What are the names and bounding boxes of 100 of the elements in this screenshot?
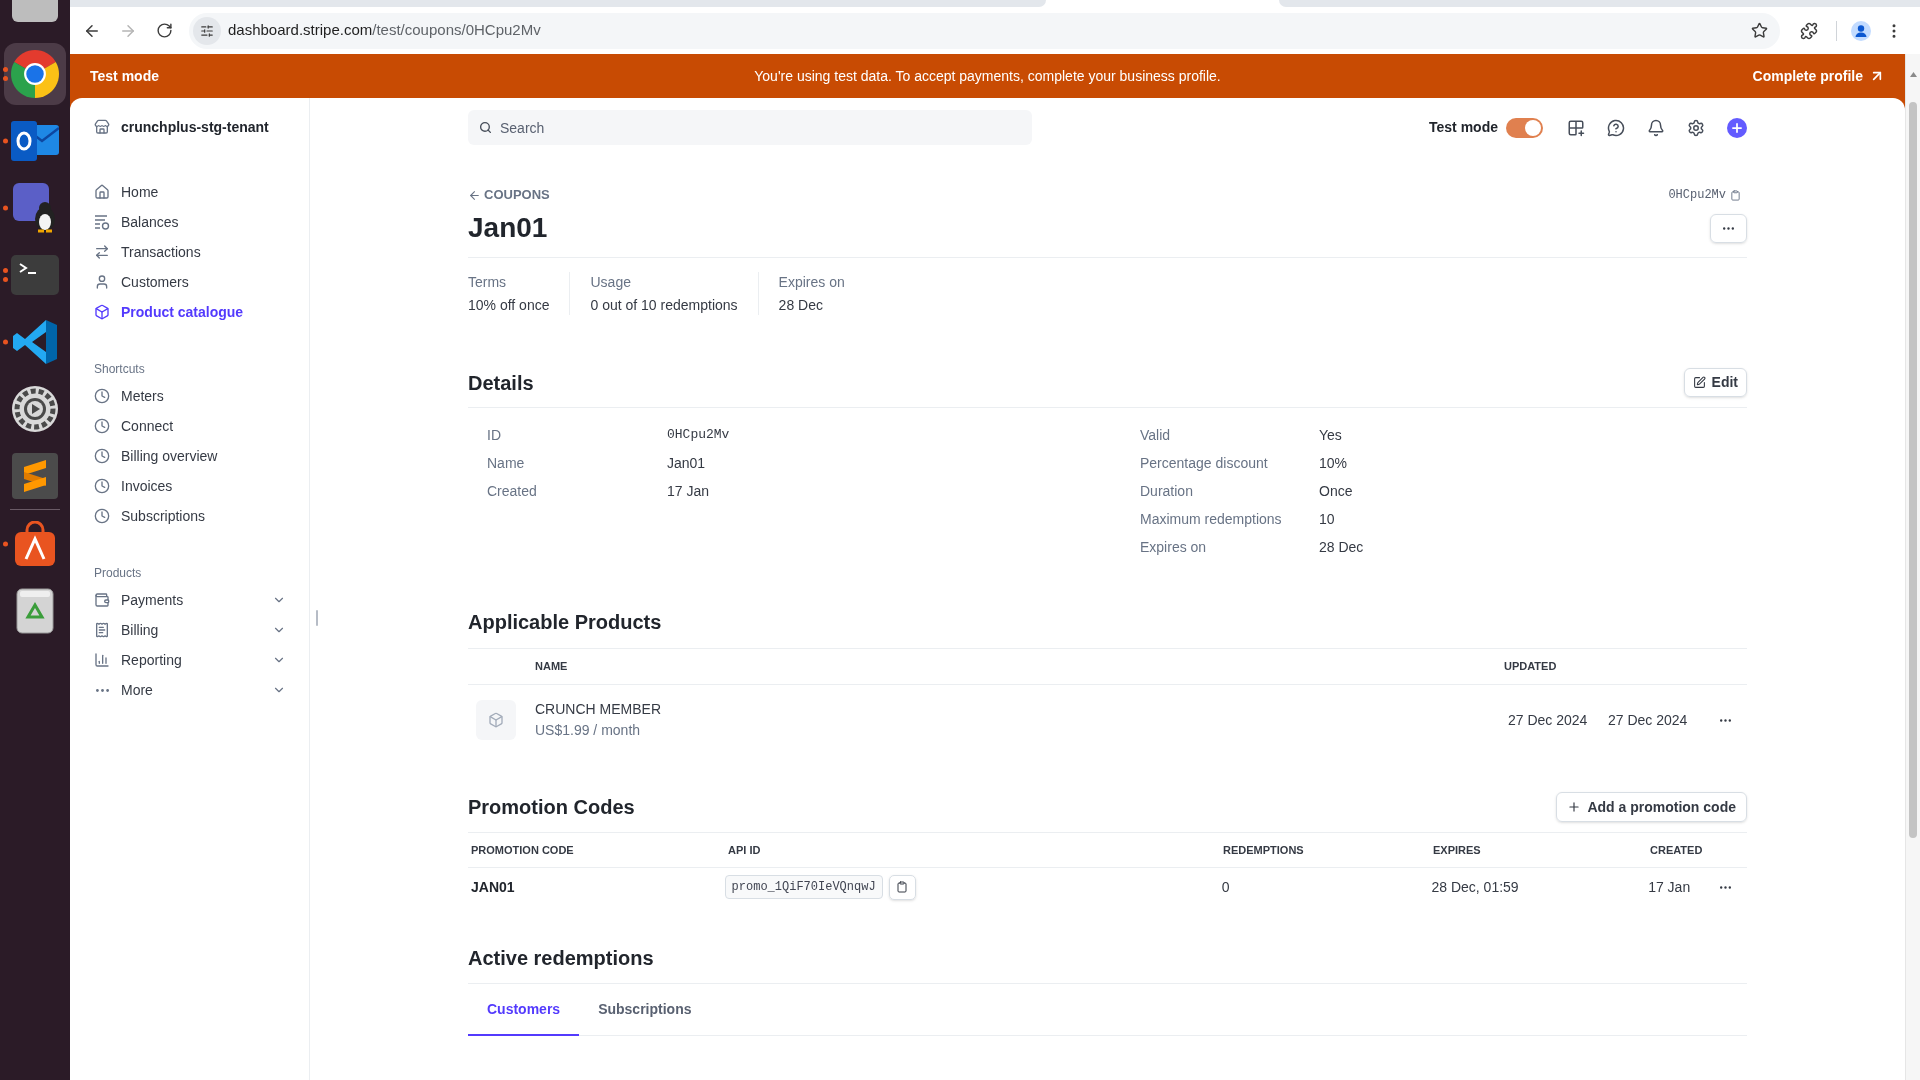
cube-icon (476, 700, 516, 740)
section-label: Products (93, 565, 143, 581)
api-id-chip: promo_1QiF70IeVQnqwJ (724, 875, 883, 899)
add-promotion-code-button[interactable]: Add a promotion code (1556, 792, 1747, 822)
detail-label: Maximum redemptions (1140, 509, 1283, 529)
detail-value: Once (1319, 481, 1353, 501)
sidebar-item[interactable]: Home (70, 177, 309, 207)
ellipsis-icon[interactable] (1720, 885, 1731, 889)
account-name[interactable]: crunchplus-stg-tenant (121, 116, 269, 138)
ribbon-icon (13, 319, 57, 364)
dock-button[interactable] (4, 42, 66, 105)
cube-icon (94, 304, 110, 320)
question-bubble-icon[interactable] (1607, 118, 1625, 137)
sidebar-item[interactable]: Customers (70, 267, 309, 297)
avatar-icon[interactable] (1851, 20, 1871, 41)
puzzle-icon[interactable] (1800, 21, 1818, 40)
column-header: UPDATED (1504, 659, 1558, 675)
scroll-up-arrow-icon[interactable] (1909, 72, 1917, 77)
star-icon[interactable] (1751, 22, 1768, 39)
test-mode-label: Test mode (90, 66, 159, 86)
clipboard-icon (896, 881, 909, 893)
section-title: Active redemptions (468, 946, 655, 971)
grid-plus-icon[interactable] (1567, 118, 1585, 137)
sidebar-item[interactable]: Payments (70, 585, 309, 615)
swap-arrows-icon (94, 244, 110, 260)
column-header: CREATED (1649, 842, 1704, 858)
resize-handle[interactable] (316, 610, 318, 626)
settings-icon[interactable] (1687, 118, 1705, 137)
detail-label: Valid (1140, 425, 1172, 445)
sidebar-item[interactable]: Billing overview (70, 441, 309, 471)
stat-value: 10% off once (468, 296, 550, 315)
list-coin-icon (94, 214, 110, 230)
plus-icon[interactable] (1727, 117, 1747, 138)
tricolor-circle-icon (11, 49, 59, 98)
copy-button[interactable] (888, 874, 916, 900)
stat-value: 28 Dec (778, 296, 824, 315)
clipboard-icon[interactable] (1730, 189, 1741, 201)
breadcrumb-link[interactable]: COUPONS (468, 185, 550, 205)
edit-icon (1692, 376, 1706, 389)
sidebar-item[interactable]: Subscriptions (70, 501, 309, 531)
arrow-left-icon (468, 188, 481, 202)
reload-icon[interactable] (155, 22, 173, 39)
address-bar[interactable]: dashboard.stripe.com/test/coupons/0HCpu2Mv (189, 12, 1780, 49)
clock-icon (94, 388, 110, 404)
tab[interactable]: Customers (468, 984, 580, 1036)
sidebar-item[interactable]: Reporting (70, 645, 309, 675)
stat-label: Terms (468, 273, 508, 292)
detail-label: Percentage discount (1140, 453, 1269, 473)
sidebar-item[interactable]: Invoices (70, 471, 309, 501)
sidebar-item[interactable]: Meters (70, 381, 309, 411)
detail-value: 17 Jan (667, 481, 710, 501)
bell-icon[interactable] (1647, 118, 1665, 137)
section-title: Promotion Codes (468, 795, 635, 820)
penguin-tile-icon (13, 182, 57, 233)
recycle-bin-icon (16, 587, 54, 634)
sidebar-item[interactable]: Billing (70, 615, 309, 645)
gear-icon (12, 385, 58, 432)
sidebar-item[interactable]: Connect (70, 411, 309, 441)
sidebar-item[interactable]: More (70, 675, 309, 705)
stat-label: Usage (590, 273, 632, 292)
detail-label: Duration (1140, 481, 1194, 501)
complete-profile-link[interactable]: Complete profile (1752, 65, 1885, 87)
home-icon (94, 184, 110, 200)
test-mode-toggle[interactable] (1506, 117, 1543, 138)
table-cell-text: 27 Dec 2024 (1607, 710, 1689, 730)
ellipsis-icon[interactable] (1720, 718, 1731, 722)
scrollbar[interactable] (1905, 54, 1920, 1080)
detail-label: Created (487, 481, 538, 501)
detail-label: Name (487, 453, 526, 473)
test-data-message: You're using test data. To accept payments, complete your business profile. (754, 66, 1221, 86)
product-name[interactable]: CRUNCH MEMBER (535, 699, 1504, 720)
detail-value: 10% (1319, 453, 1348, 473)
tab[interactable]: Subscriptions (579, 984, 711, 1036)
column-header: REDEMPTIONS (1222, 842, 1305, 858)
table-cell-text: 27 Dec 2024 (1507, 710, 1589, 730)
sidebar-item[interactable]: Balances (70, 207, 309, 237)
sliders-icon[interactable] (193, 16, 221, 45)
promotion-code[interactable]: JAN01 (471, 878, 515, 895)
table-cell-text: 28 Dec, 01:59 (1430, 877, 1520, 897)
clock-icon (94, 448, 110, 464)
scrollbar-thumb[interactable] (1909, 102, 1917, 838)
section-label: Shortcuts (93, 361, 146, 377)
edit-button[interactable]: Edit (1683, 368, 1747, 397)
wallet-icon (94, 592, 110, 608)
sidebar-item[interactable]: Product catalogue (70, 297, 309, 327)
receipt-icon (94, 622, 110, 638)
detail-value: 28 Dec (1319, 537, 1364, 557)
clock-icon (94, 508, 110, 524)
detail-value: Jan01 (667, 453, 706, 473)
sidebar-item[interactable]: Transactions (70, 237, 309, 267)
terminal-icon (11, 254, 59, 295)
detail-value: 0HCpu2Mv (667, 426, 730, 445)
search-field[interactable]: Search (468, 110, 1032, 145)
stat-label: Expires on (778, 273, 845, 292)
detail-value: 10 (1319, 509, 1335, 529)
stripes-tile-icon (12, 452, 58, 499)
section-title: Details (468, 370, 534, 396)
page-title: Jan01 (468, 211, 548, 245)
shopping-bag-icon (13, 520, 57, 567)
column-header: PROMOTION CODE (470, 842, 575, 858)
